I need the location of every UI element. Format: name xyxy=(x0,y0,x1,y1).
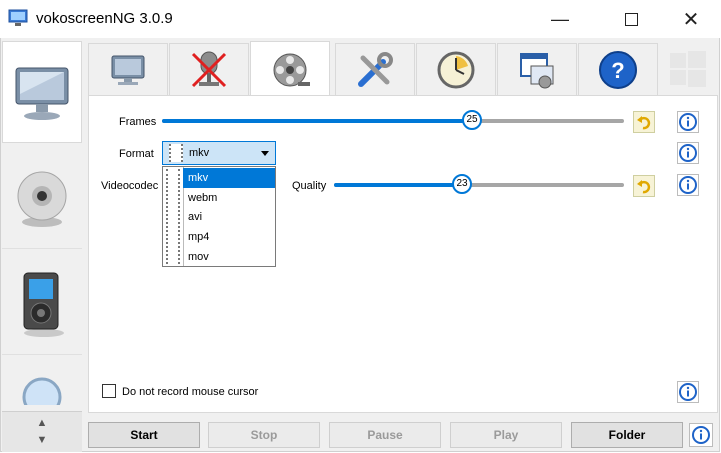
webcam-icon xyxy=(17,171,67,227)
info-icon xyxy=(679,383,697,401)
tab-screen[interactable] xyxy=(88,43,168,95)
general-info-button[interactable] xyxy=(689,423,713,447)
tab-video[interactable] xyxy=(250,41,330,97)
play-button[interactable]: Play xyxy=(450,422,562,448)
magnifier-icon xyxy=(22,377,62,405)
tab-audio[interactable] xyxy=(169,43,249,95)
format-option-avi[interactable]: avi xyxy=(183,207,275,227)
mouse-cursor-label: Do not record mouse cursor xyxy=(122,386,259,398)
film-strip-icon xyxy=(169,144,183,162)
quality-label: Quality xyxy=(292,180,327,192)
minimize-button[interactable]: — xyxy=(537,0,583,38)
monitor-icon xyxy=(15,67,69,120)
quality-reset-button[interactable] xyxy=(633,175,655,197)
sidebar: ▲ ▼ xyxy=(2,41,82,452)
quality-slider-handle[interactable]: 23 xyxy=(452,174,472,194)
maximize-icon xyxy=(624,12,638,26)
tab-settings[interactable] xyxy=(497,43,577,95)
quality-slider[interactable]: 23 xyxy=(334,174,624,194)
minimize-icon: — xyxy=(551,8,569,29)
info-icon xyxy=(692,426,710,444)
scroll-down-icon[interactable]: ▼ xyxy=(34,432,50,448)
mouse-cursor-checkbox[interactable] xyxy=(102,384,116,398)
tab-timer[interactable] xyxy=(416,43,496,95)
sidebar-tab-screen[interactable] xyxy=(2,41,82,143)
quality-slider-fill xyxy=(334,183,462,187)
frames-info-button[interactable] xyxy=(677,111,699,133)
title-bar: vokoscreenNG 3.0.9 — ✕ xyxy=(0,0,721,38)
help-icon: ? xyxy=(599,50,637,89)
frames-slider-fill xyxy=(162,119,472,123)
frames-slider-handle[interactable]: 25 xyxy=(462,110,482,130)
film-reel-icon xyxy=(273,53,310,86)
undo-icon xyxy=(637,180,651,194)
film-strip-icon xyxy=(163,167,184,266)
frames-reset-button[interactable] xyxy=(633,111,655,133)
chevron-down-icon xyxy=(261,151,269,156)
format-selected-value: mkv xyxy=(189,147,210,159)
format-combobox[interactable]: mkv xyxy=(162,141,276,165)
videocodec-label: Videocodec xyxy=(101,180,159,192)
format-option-mp4[interactable]: mp4 xyxy=(183,227,275,247)
clock-icon xyxy=(437,51,475,88)
frames-label: Frames xyxy=(119,116,157,128)
format-label: Format xyxy=(119,148,154,160)
windows-logo-icon xyxy=(668,49,708,89)
info-icon xyxy=(679,113,697,131)
sidebar-scroll[interactable]: ▲ ▼ xyxy=(2,411,82,452)
tab-tools[interactable] xyxy=(335,43,415,95)
mouse-info-button[interactable] xyxy=(677,381,699,403)
microphone-muted-icon xyxy=(191,51,227,87)
close-icon: ✕ xyxy=(682,8,700,31)
media-player-icon xyxy=(23,272,64,337)
format-option-webm[interactable]: webm xyxy=(183,188,275,208)
format-option-mov[interactable]: mov xyxy=(183,247,275,267)
scroll-up-icon[interactable]: ▲ xyxy=(34,415,50,431)
frames-slider[interactable]: 25 xyxy=(162,110,624,130)
sidebar-tab-magnifier[interactable] xyxy=(2,359,82,411)
monitor-icon xyxy=(111,55,145,85)
tab-help[interactable]: ? xyxy=(578,43,658,95)
sidebar-tab-webcam[interactable] xyxy=(2,147,82,249)
pause-button[interactable]: Pause xyxy=(329,422,441,448)
undo-icon xyxy=(637,116,651,130)
sidebar-tab-player[interactable] xyxy=(2,253,82,355)
svg-text:?: ? xyxy=(611,58,624,83)
format-info-button[interactable] xyxy=(677,142,699,164)
folder-button[interactable]: Folder xyxy=(571,422,683,448)
info-icon xyxy=(679,176,697,194)
tab-bar: ? xyxy=(88,41,718,97)
bottom-button-bar: Start Stop Pause Play Folder xyxy=(88,420,718,450)
quality-info-button[interactable] xyxy=(677,174,699,196)
format-dropdown-list: mkv webm avi mp4 mov xyxy=(162,166,276,267)
tools-icon xyxy=(358,51,393,87)
maximize-button[interactable] xyxy=(608,0,654,38)
close-button[interactable]: ✕ xyxy=(668,0,714,38)
format-option-mkv[interactable]: mkv xyxy=(183,168,275,188)
stop-button[interactable]: Stop xyxy=(208,422,320,448)
info-icon xyxy=(679,144,697,162)
window-title: vokoscreenNG 3.0.9 xyxy=(36,10,173,27)
start-button[interactable]: Start xyxy=(88,422,200,448)
window-settings-icon xyxy=(520,52,554,88)
app-icon xyxy=(8,9,28,26)
